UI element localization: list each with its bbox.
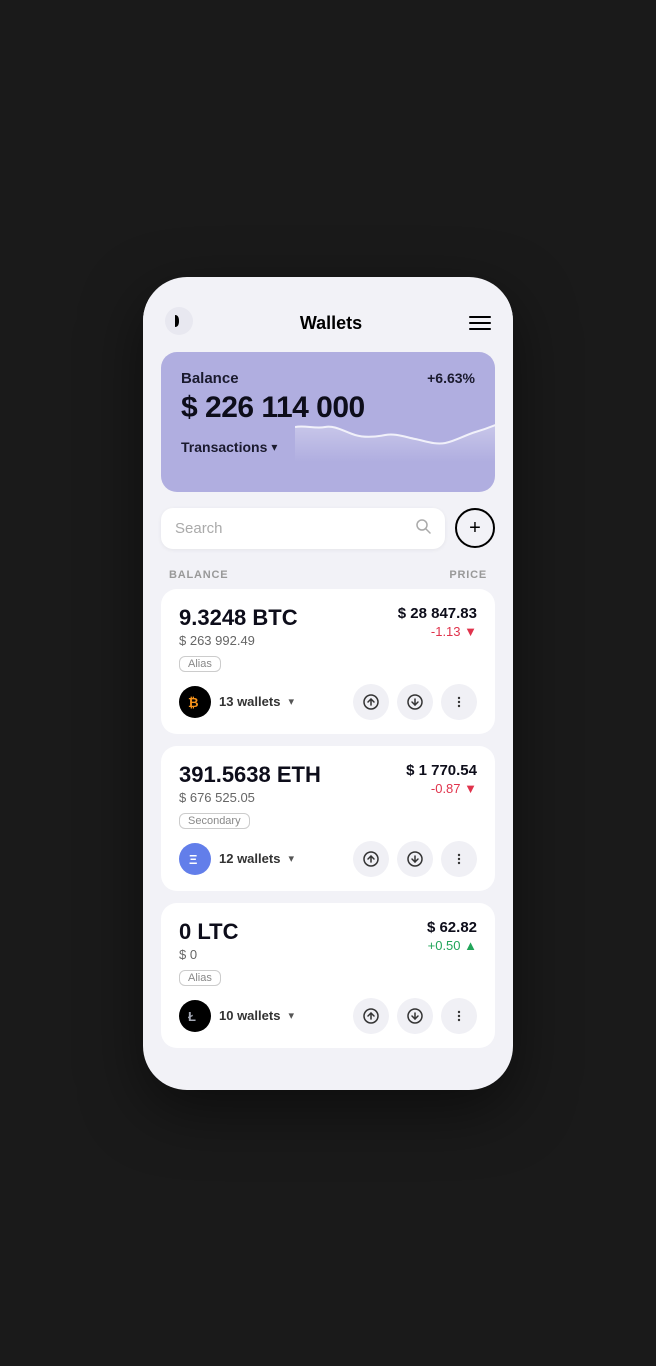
- coin-top-row: 0 LTC $ 0 Alias $ 62.82 +0.50 ▲: [179, 919, 477, 986]
- coin-list: 9.3248 BTC $ 263 992.49 Alias $ 28 847.8…: [143, 589, 513, 1048]
- coin-card: 9.3248 BTC $ 263 992.49 Alias $ 28 847.8…: [161, 589, 495, 734]
- coin-wallet-info[interactable]: Ł 10 wallets ▾: [179, 1000, 294, 1032]
- search-box[interactable]: Search: [161, 508, 445, 549]
- svg-text:Ξ: Ξ: [189, 852, 197, 867]
- receive-button[interactable]: [397, 998, 433, 1034]
- more-button[interactable]: [441, 684, 477, 720]
- wallet-chevron-icon: ▾: [288, 1009, 294, 1022]
- coin-logo: ₿: [179, 686, 211, 718]
- transactions-chevron-icon: ▾: [271, 440, 277, 454]
- coin-price: $ 1 770.54: [406, 762, 477, 779]
- wallet-count: 12 wallets: [219, 851, 280, 866]
- table-headers: BALANCE PRICE: [143, 565, 513, 589]
- action-buttons: [353, 841, 477, 877]
- plus-icon: +: [469, 517, 481, 540]
- receive-button[interactable]: [397, 684, 433, 720]
- coin-card: 391.5638 ETH $ 676 525.05 Secondary $ 1 …: [161, 746, 495, 891]
- coin-wallet-info[interactable]: Ξ 12 wallets ▾: [179, 843, 294, 875]
- coin-wallet-info[interactable]: ₿ 13 wallets ▾: [179, 686, 294, 718]
- search-icon: [415, 518, 431, 539]
- balance-card: Balance +6.63% $ 226 114 000 Transaction…: [161, 352, 495, 492]
- svg-text:Ł: Ł: [188, 1009, 196, 1024]
- page-title: Wallets: [300, 313, 362, 334]
- coin-usd-value: $ 676 525.05: [179, 790, 321, 805]
- header: Wallets: [143, 297, 513, 352]
- send-button[interactable]: [353, 684, 389, 720]
- price-column-header: PRICE: [449, 569, 487, 581]
- phone-shell: Wallets Balance +6.63% $ 226 114 000: [143, 277, 513, 1090]
- coin-logo: Ł: [179, 1000, 211, 1032]
- add-wallet-button[interactable]: +: [455, 508, 495, 548]
- coin-bottom-row: ₿ 13 wallets ▾: [179, 684, 477, 720]
- transactions-row[interactable]: Transactions ▾: [181, 439, 475, 455]
- coin-logo: Ξ: [179, 843, 211, 875]
- coin-change: -1.13 ▼: [398, 624, 477, 639]
- wallet-chevron-icon: ▾: [288, 695, 294, 708]
- alias-badge: Alias: [179, 970, 221, 986]
- app-logo: [165, 307, 193, 340]
- coin-change: -0.87 ▼: [406, 781, 477, 796]
- more-button[interactable]: [441, 998, 477, 1034]
- alias-badge: Secondary: [179, 813, 250, 829]
- receive-button[interactable]: [397, 841, 433, 877]
- wallet-count: 10 wallets: [219, 1008, 280, 1023]
- search-row: Search +: [143, 508, 513, 565]
- balance-column-header: BALANCE: [169, 569, 228, 581]
- coin-top-row: 9.3248 BTC $ 263 992.49 Alias $ 28 847.8…: [179, 605, 477, 672]
- coin-bottom-row: Ł 10 wallets ▾: [179, 998, 477, 1034]
- search-input[interactable]: Search: [175, 520, 407, 537]
- balance-change: +6.63%: [427, 370, 475, 386]
- coin-top-row: 391.5638 ETH $ 676 525.05 Secondary $ 1 …: [179, 762, 477, 829]
- menu-button[interactable]: [469, 316, 491, 330]
- coin-usd-value: $ 0: [179, 947, 238, 962]
- balance-label: Balance: [181, 370, 239, 387]
- coin-bottom-row: Ξ 12 wallets ▾: [179, 841, 477, 877]
- more-button[interactable]: [441, 841, 477, 877]
- svg-text:₿: ₿: [188, 695, 199, 710]
- action-buttons: [353, 684, 477, 720]
- transactions-label: Transactions: [181, 439, 267, 455]
- coin-amount: 9.3248 BTC: [179, 605, 298, 631]
- coin-price: $ 28 847.83: [398, 605, 477, 622]
- wallet-count: 13 wallets: [219, 694, 280, 709]
- action-buttons: [353, 998, 477, 1034]
- send-button[interactable]: [353, 841, 389, 877]
- coin-card: 0 LTC $ 0 Alias $ 62.82 +0.50 ▲ Ł 10 wal…: [161, 903, 495, 1048]
- wallet-chevron-icon: ▾: [288, 852, 294, 865]
- coin-amount: 0 LTC: [179, 919, 238, 945]
- send-button[interactable]: [353, 998, 389, 1034]
- coin-change: +0.50 ▲: [427, 938, 477, 953]
- alias-badge: Alias: [179, 656, 221, 672]
- coin-usd-value: $ 263 992.49: [179, 633, 298, 648]
- coin-amount: 391.5638 ETH: [179, 762, 321, 788]
- coin-price: $ 62.82: [427, 919, 477, 936]
